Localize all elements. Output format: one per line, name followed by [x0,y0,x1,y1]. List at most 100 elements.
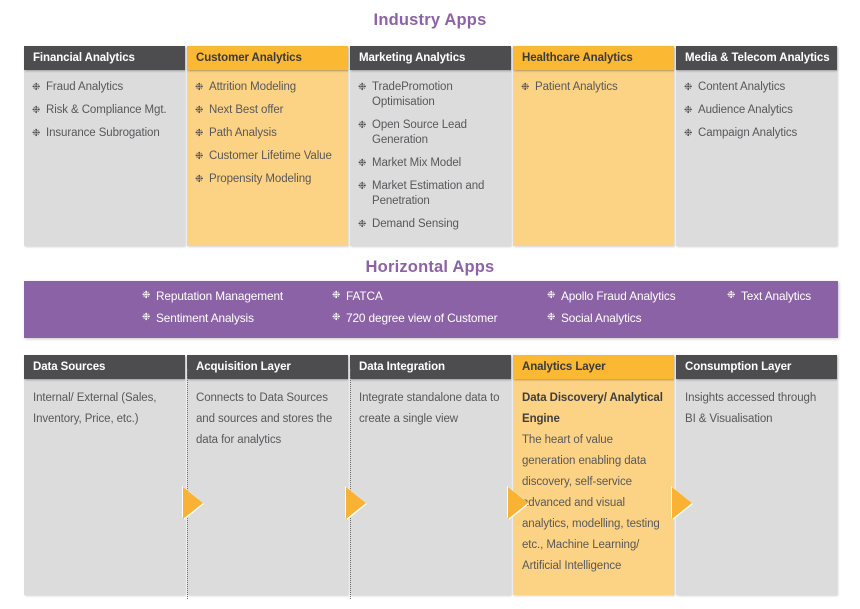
industry-column-header: Customer Analytics [187,46,348,70]
bullet-item: ❉ Risk & Compliance Mgt. [32,103,177,118]
bullet-item: ❉ Social Analytics [547,310,676,326]
bullet-marker-icon: ❉ [521,82,530,93]
bullet-item-label: Apollo Fraud Analytics [561,289,676,303]
bullet-marker-icon: ❉ [358,81,367,93]
bullet-marker-icon: ❉ [547,312,556,323]
bullet-marker-icon: ❉ [32,105,41,116]
bullet-marker-icon: ❉ [332,312,341,323]
bullet-marker-icon: ❉ [684,82,693,93]
layer-description-text: Connects to Data Sources and sources and… [196,392,333,446]
bullet-item: ❉ Market Estimation and Penetration [358,179,503,209]
bullet-marker-icon: ❉ [32,82,41,93]
bullet-item-label: Campaign Analytics [698,127,798,139]
bullet-item: ❉ TradePromotion Optimisation [358,80,503,110]
layer-column-body: Integrate standalone data to create a si… [350,379,511,595]
bullet-item-label: Social Analytics [561,311,642,325]
industry-apps-title: Industry Apps [373,11,487,29]
flow-arrow-4 [672,487,692,519]
industry-column-body: ❉ Content Analytics ❉ Audience Analytics ❉ Ca… [676,70,837,246]
bullet-item-label: Open Source Lead Generation [372,118,467,146]
horizontal-apps-column-1[interactable]: ❉ FATCA ❉ 720 degree view of Customer [332,288,498,332]
bullet-item: ❉ Campaign Analytics [684,126,829,141]
layer-column-data-integration[interactable]: Data Integration Integrate standalone dat… [350,355,511,595]
bullet-list: ❉ Text Analytics [727,288,811,304]
bullet-item-label: Risk & Compliance Mgt. [46,104,167,116]
bullet-item: ❉ Apollo Fraud Analytics [547,288,676,304]
layer-column-header: Analytics Layer [513,355,674,379]
bullet-item: ❉ Path Analysis [195,126,340,141]
layer-description-text: Insights accessed through BI & Visualisa… [685,392,817,425]
layer-column-header: Data Integration [350,355,511,379]
bullet-marker-icon: ❉ [684,128,693,139]
bullet-marker-icon: ❉ [358,218,367,230]
layer-column-data-sources[interactable]: Data Sources Internal/ External (Sales, I… [24,355,185,595]
bullet-marker-icon: ❉ [32,128,41,139]
layer-divider-1 [187,369,188,599]
layer-column-acquisition-layer[interactable]: Acquisition Layer Connects to Data Source… [187,355,348,595]
industry-column-media-telecom-analytics[interactable]: Media & Telecom Analytics ❉ Content Analyt… [676,46,837,246]
industry-column-body: ❉ Fraud Analytics ❉ Risk & Compliance Mgt. ❉… [24,70,185,246]
bullet-marker-icon: ❉ [142,290,151,301]
layer-description-text: Data Discovery/ Analytical Engine [522,392,663,425]
bullet-item: ❉ Propensity Modeling [195,172,340,187]
bullet-item-label: TradePromotion Optimisation [372,80,453,108]
layer-column-body: Data Discovery/ Analytical Engine The hea… [513,379,674,595]
bullet-item-label: FATCA [346,289,383,303]
bullet-marker-icon: ❉ [358,180,367,192]
bullet-marker-icon: ❉ [684,105,693,116]
bullet-item: ❉ Fraud Analytics [32,80,177,95]
bullet-list: ❉ FATCA ❉ 720 degree view of Customer [332,288,498,326]
bullet-marker-icon: ❉ [195,151,204,162]
industry-column-body: ❉ TradePromotion Optimisation ❉ Open Source… [350,69,511,246]
bullet-item-label: Insurance Subrogation [46,127,160,139]
layer-column-consumption-layer[interactable]: Consumption Layer Insights accessed throu… [676,355,837,595]
bullet-item: ❉ Sentiment Analysis [142,310,283,326]
bullet-list: ❉ Reputation Management ❉ Sentiment Analysi… [142,288,283,326]
industry-column-customer-analytics[interactable]: Customer Analytics ❉ Attrition Modeling ❉ Ne… [187,46,348,246]
bullet-item: ❉ Patient Analytics [521,80,666,95]
bullet-item: ❉ Audience Analytics [684,103,829,118]
bullet-marker-icon: ❉ [727,290,736,301]
horizontal-apps-band: ❉ Reputation Management ❉ Sentiment Analysi… [24,281,838,338]
bullet-item: ❉ Text Analytics [727,288,811,304]
bullet-item-label: Attrition Modeling [209,81,297,93]
bullet-list: ❉ Patient Analytics [521,80,666,95]
layer-column-body: Connects to Data Sources and sources and… [187,379,348,595]
bullet-list: ❉ Content Analytics ❉ Audience Analytics ❉ Ca… [684,80,829,141]
industry-column-header: Financial Analytics [24,46,185,70]
bullet-list: ❉ TradePromotion Optimisation ❉ Open Source… [358,80,503,232]
horizontal-apps-column-2[interactable]: ❉ Apollo Fraud Analytics ❉ Social Analytics [547,288,676,332]
bullet-item: ❉ 720 degree view of Customer [332,310,498,326]
industry-column-header: Healthcare Analytics [513,46,674,70]
bullet-item-label: Propensity Modeling [209,173,312,185]
layer-description-text: The heart of value generation enabling d… [522,434,660,572]
layer-column-header: Acquisition Layer [187,355,348,379]
bullet-item-label: Sentiment Analysis [156,311,254,325]
bullet-item: ❉ Reputation Management [142,288,283,304]
bullet-marker-icon: ❉ [358,119,367,131]
industry-column-marketing-analytics[interactable]: Marketing Analytics ❉ TradePromotion Optim… [350,46,511,246]
industry-column-financial-analytics[interactable]: Financial Analytics ❉ Fraud Analytics ❉ Risk… [24,46,185,246]
bullet-marker-icon: ❉ [195,82,204,93]
layer-column-header: Data Sources [24,355,185,379]
industry-column-header: Media & Telecom Analytics [676,46,837,70]
bullet-item-label: Content Analytics [698,81,786,93]
bullet-marker-icon: ❉ [195,105,204,116]
industry-column-body: ❉ Patient Analytics [513,70,674,246]
bullet-item: ❉ Content Analytics [684,80,829,95]
bullet-item: ❉ Insurance Subrogation [32,126,177,141]
bullet-item-label: Demand Sensing [372,217,459,230]
industry-column-healthcare-analytics[interactable]: Healthcare Analytics ❉ Patient Analytics [513,46,674,246]
industry-column-header: Marketing Analytics [350,46,511,70]
horizontal-apps-title: Horizontal Apps [365,258,495,276]
bullet-item-label: Customer Lifetime Value [209,150,332,162]
bullet-item-label: Next Best offer [209,104,284,116]
bullet-marker-icon: ❉ [195,128,204,139]
layer-column-header: Consumption Layer [676,355,837,379]
bullet-item: ❉ Demand Sensing [358,217,503,232]
horizontal-apps-column-3[interactable]: ❉ Text Analytics [727,288,811,310]
layer-column-body: Insights accessed through BI & Visualisa… [676,379,837,595]
horizontal-apps-column-0[interactable]: ❉ Reputation Management ❉ Sentiment Analysi… [142,288,283,332]
bullet-list: ❉ Apollo Fraud Analytics ❉ Social Analytics [547,288,676,326]
layer-column-analytics-layer[interactable]: Analytics Layer Data Discovery/ Analytica… [513,355,674,595]
